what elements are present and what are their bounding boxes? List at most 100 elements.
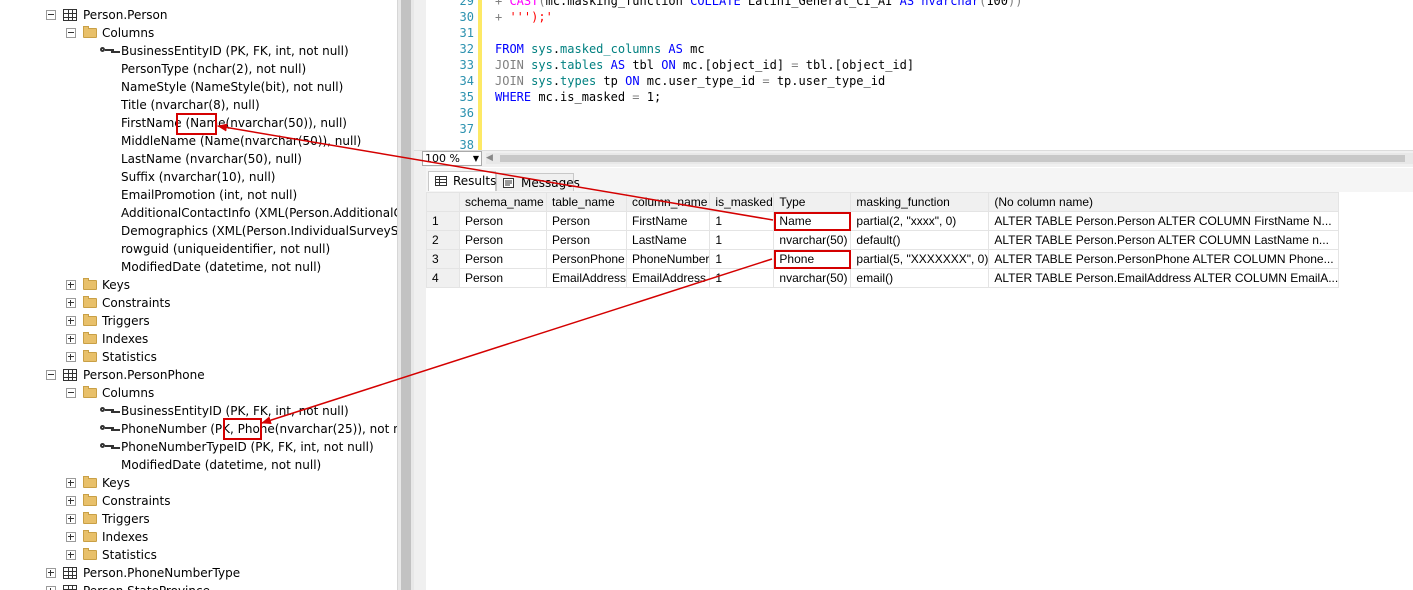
tree-node-key[interactable]: BusinessEntityID (PK, FK, int, not null): [0, 42, 397, 60]
grid-cell[interactable]: Person: [545, 211, 628, 231]
column-header[interactable]: Type: [773, 192, 852, 212]
grid-cell[interactable]: nvarchar(50): [773, 268, 852, 288]
column-header[interactable]: column_name: [626, 192, 711, 212]
expand-plus-icon[interactable]: [66, 496, 76, 506]
tree-node-column[interactable]: Suffix (nvarchar(10), null): [0, 168, 397, 186]
expand-plus-icon[interactable]: [66, 514, 76, 524]
row-number[interactable]: 1: [426, 211, 460, 231]
grid-cell[interactable]: 1: [709, 249, 775, 269]
expand-plus-icon[interactable]: [66, 316, 76, 326]
code-line[interactable]: + ''');': [495, 9, 553, 25]
table-row[interactable]: 1 Person Person FirstName 1 Name partial(2, "x…: [426, 211, 1340, 231]
tab-results[interactable]: Results: [428, 171, 496, 191]
collapse-minus-icon[interactable]: [46, 10, 56, 20]
tree-node-folder[interactable]: Keys: [0, 276, 397, 294]
collapse-minus-icon[interactable]: [66, 28, 76, 38]
expand-plus-icon[interactable]: [66, 532, 76, 542]
tab-messages[interactable]: Messages: [496, 173, 580, 191]
row-number[interactable]: 4: [426, 268, 460, 288]
expand-plus-icon[interactable]: [46, 586, 56, 590]
grid-cell[interactable]: email(): [850, 268, 990, 288]
grid-cell[interactable]: FirstName: [626, 211, 711, 231]
grid-cell[interactable]: partial(5, "XXXXXXX", 0): [850, 249, 990, 269]
tree-node-folder[interactable]: Statistics: [0, 546, 397, 564]
tree-node-folder[interactable]: Triggers: [0, 312, 397, 330]
tree-node-folder[interactable]: Triggers: [0, 510, 397, 528]
tree-node-folder[interactable]: Indexes: [0, 330, 397, 348]
tree-node-folder[interactable]: Constraints: [0, 492, 397, 510]
row-number[interactable]: 2: [426, 230, 460, 250]
code-line[interactable]: FROM sys.masked_columns AS mc: [495, 41, 705, 57]
column-header[interactable]: masking_function: [850, 192, 990, 212]
grid-cell[interactable]: LastName: [626, 230, 711, 250]
column-header[interactable]: (No column name): [988, 192, 1340, 212]
table-row[interactable]: 2 Person Person LastName 1 nvarchar(50) defaul…: [426, 230, 1340, 250]
grid-cell[interactable]: PhoneNumber: [626, 249, 711, 269]
code-line[interactable]: + CAST(mc.masking_function COLLATE Latin…: [495, 0, 1022, 9]
tree-node-folder[interactable]: Statistics: [0, 348, 397, 366]
grid-cell[interactable]: default(): [850, 230, 990, 250]
grid-cell[interactable]: Person: [459, 211, 547, 231]
tree-node-table[interactable]: Person.StateProvince: [0, 582, 397, 590]
expand-plus-icon[interactable]: [66, 298, 76, 308]
horizontal-scrollbar-thumb[interactable]: [500, 155, 1405, 162]
grid-cell[interactable]: 1: [709, 230, 775, 250]
zoom-dropdown[interactable]: 100 % ▼: [422, 151, 482, 166]
tree-node-folder[interactable]: Columns: [0, 384, 397, 402]
tree-node-column[interactable]: rowguid (uniqueidentifier, not null): [0, 240, 397, 258]
grid-cell[interactable]: Person: [459, 249, 547, 269]
scroll-left-icon[interactable]: ◀: [486, 153, 493, 163]
tree-node-column[interactable]: Demographics (XML(Person.IndividualSurve…: [0, 222, 397, 240]
grid-cell[interactable]: 1: [709, 211, 775, 231]
grid-cell[interactable]: ALTER TABLE Person.Person ALTER COLUMN F…: [988, 211, 1340, 231]
tree-node-key[interactable]: PhoneNumber (PK, Phone(nvarchar(25)), no…: [0, 420, 397, 438]
results-grid[interactable]: schema_name table_name column_name is_maske…: [426, 192, 1413, 590]
grid-cell[interactable]: Person: [459, 230, 547, 250]
collapse-minus-icon[interactable]: [46, 370, 56, 380]
code-line[interactable]: JOIN sys.types tp ON mc.user_type_id = t…: [495, 73, 885, 89]
tree-node-folder[interactable]: Constraints: [0, 294, 397, 312]
expand-plus-icon[interactable]: [66, 352, 76, 362]
tree-node-table[interactable]: Person.PersonPhone: [0, 366, 397, 384]
grid-cell[interactable]: Name: [773, 211, 852, 231]
grid-cell[interactable]: partial(2, "xxxx", 0): [850, 211, 990, 231]
grid-cell[interactable]: ALTER TABLE Person.EmailAddress ALTER CO…: [988, 268, 1340, 288]
tree-node-folder[interactable]: Indexes: [0, 528, 397, 546]
table-row[interactable]: 3 Person PersonPhone PhoneNumber 1 Phone parti…: [426, 249, 1340, 269]
column-header[interactable]: schema_name: [459, 192, 547, 212]
query-editor[interactable]: 29 30 31 32 33 34 35 36 37 38 + CAST(mc.masking_f…: [426, 0, 1413, 150]
tree-node-table[interactable]: Person.Person: [0, 6, 397, 24]
grid-cell[interactable]: Person: [459, 268, 547, 288]
tree-node-column[interactable]: MiddleName (Name(nvarchar(50)), null): [0, 132, 397, 150]
grid-cell[interactable]: Phone: [773, 249, 852, 269]
grid-cell[interactable]: ALTER TABLE Person.Person ALTER COLUMN L…: [988, 230, 1340, 250]
grid-cell[interactable]: ALTER TABLE Person.PersonPhone ALTER COL…: [988, 249, 1340, 269]
expand-plus-icon[interactable]: [66, 280, 76, 290]
tree-node-folder[interactable]: Keys: [0, 474, 397, 492]
grid-cell[interactable]: PersonPhone: [545, 249, 628, 269]
expand-plus-icon[interactable]: [46, 568, 56, 578]
column-header[interactable]: is_masked: [709, 192, 775, 212]
expand-plus-icon[interactable]: [66, 478, 76, 488]
tree-node-column[interactable]: FirstName (Name(nvarchar(50)), null): [0, 114, 397, 132]
code-line[interactable]: JOIN sys.tables AS tbl ON mc.[object_id]…: [495, 57, 914, 73]
expand-plus-icon[interactable]: [66, 334, 76, 344]
grid-cell[interactable]: EmailAddress: [545, 268, 628, 288]
grid-cell[interactable]: Person: [545, 230, 628, 250]
collapse-minus-icon[interactable]: [66, 388, 76, 398]
tree-node-column[interactable]: Title (nvarchar(8), null): [0, 96, 397, 114]
tree-node-key[interactable]: BusinessEntityID (PK, FK, int, not null): [0, 402, 397, 420]
tree-node-column[interactable]: EmailPromotion (int, not null): [0, 186, 397, 204]
grid-cell[interactable]: EmailAddress: [626, 268, 711, 288]
grid-cell[interactable]: nvarchar(50): [773, 230, 852, 250]
tree-node-column[interactable]: LastName (nvarchar(50), null): [0, 150, 397, 168]
tree-scrollbar-thumb[interactable]: [401, 0, 411, 590]
row-number[interactable]: 3: [426, 249, 460, 269]
code-line[interactable]: WHERE mc.is_masked = 1;: [495, 89, 661, 105]
tree-node-table[interactable]: Person.PhoneNumberType: [0, 564, 397, 582]
tree-node-column[interactable]: ModifiedDate (datetime, not null): [0, 456, 397, 474]
tree-node-key[interactable]: PhoneNumberTypeID (PK, FK, int, not null…: [0, 438, 397, 456]
editor-horizontal-scrollbar[interactable]: ◀: [486, 153, 1413, 164]
tree-node-column[interactable]: AdditionalContactInfo (XML(Person.Additi…: [0, 204, 397, 222]
tree-node-folder[interactable]: Columns: [0, 24, 397, 42]
